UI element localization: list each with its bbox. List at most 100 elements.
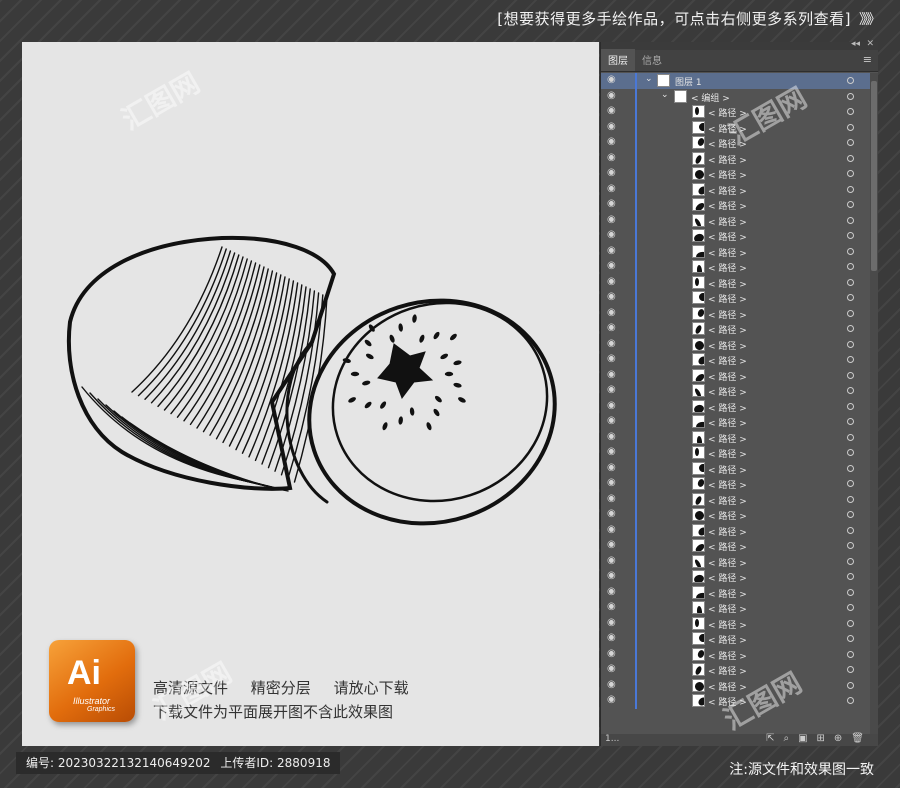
eye-icon[interactable]: ◉ <box>607 570 616 581</box>
tab-layers[interactable]: 图层 <box>601 49 635 71</box>
path-row[interactable]: ◉ < 路径 > <box>601 274 871 290</box>
path-row[interactable]: ◉ < 路径 > <box>601 166 871 182</box>
path-row[interactable]: ◉ < 路径 > <box>601 398 871 414</box>
eye-icon[interactable]: ◉ <box>607 462 616 473</box>
chevron-down-icon[interactable]: ⌄ <box>645 74 653 84</box>
target-circle-icon[interactable] <box>847 635 854 642</box>
eye-icon[interactable]: ◉ <box>607 508 616 519</box>
eye-icon[interactable]: ◉ <box>607 183 616 194</box>
eye-icon[interactable]: ◉ <box>607 415 616 426</box>
eye-icon[interactable]: ◉ <box>607 214 616 225</box>
locate-icon[interactable]: ⌕ <box>783 733 789 744</box>
target-circle-icon[interactable] <box>847 232 854 239</box>
target-circle-icon[interactable] <box>847 526 854 534</box>
export-icon[interactable]: ⇱ <box>766 733 774 744</box>
path-row[interactable]: ◉ < 路径 > <box>601 600 871 616</box>
target-circle-icon[interactable] <box>847 185 854 193</box>
path-row[interactable]: ◉ < 路径 > <box>601 336 871 352</box>
target-circle-icon[interactable] <box>847 619 854 627</box>
path-row[interactable]: ◉ < 路径 > <box>601 119 871 135</box>
trash-icon[interactable]: 🗑 <box>851 733 864 744</box>
target-circle-icon[interactable] <box>847 433 854 441</box>
path-row[interactable]: ◉ < 路径 > <box>601 197 871 213</box>
target-circle-icon[interactable] <box>847 418 854 425</box>
path-row[interactable]: ◉ < 路径 > <box>601 352 871 368</box>
path-row[interactable]: ◉ < 路径 > <box>601 584 871 600</box>
path-row[interactable]: ◉ < 路径 > <box>601 538 871 554</box>
eye-icon[interactable]: ◉ <box>607 632 616 643</box>
target-circle-icon[interactable] <box>847 123 854 131</box>
eye-icon[interactable]: ◉ <box>607 229 616 240</box>
path-row[interactable]: ◉ < 路径 > <box>601 646 871 662</box>
path-row[interactable]: ◉ < 路径 > <box>601 321 871 337</box>
target-circle-icon[interactable] <box>847 387 854 394</box>
target-circle-icon[interactable] <box>847 294 854 301</box>
eye-icon[interactable]: ◉ <box>607 338 616 349</box>
new-layer-icon[interactable]: ⊕ <box>834 733 842 744</box>
eye-icon[interactable]: ◉ <box>607 477 616 488</box>
eye-icon[interactable]: ◉ <box>607 555 616 566</box>
path-row[interactable]: ◉ < 路径 > <box>601 569 871 585</box>
target-circle-icon[interactable] <box>847 108 854 115</box>
eye-icon[interactable]: ◉ <box>607 539 616 550</box>
path-row[interactable]: ◉ < 路径 > <box>601 429 871 445</box>
eye-icon[interactable]: ◉ <box>607 105 616 116</box>
eye-icon[interactable]: ◉ <box>607 369 616 380</box>
path-row[interactable]: ◉ < 路径 > <box>601 259 871 275</box>
eye-icon[interactable]: ◉ <box>607 524 616 535</box>
eye-icon[interactable]: ◉ <box>607 663 616 674</box>
target-circle-icon[interactable] <box>847 681 854 689</box>
eye-icon[interactable]: ◉ <box>607 586 616 597</box>
path-row[interactable]: ◉ < 路径 > <box>601 662 871 678</box>
layer-row[interactable]: ◉ ⌄ 图层 1 <box>601 73 871 89</box>
group-row[interactable]: ◉ ⌄ < 编组 > <box>601 88 871 104</box>
target-circle-icon[interactable] <box>847 356 854 363</box>
target-circle-icon[interactable] <box>847 201 854 208</box>
target-circle-icon[interactable] <box>847 309 854 317</box>
path-row[interactable]: ◉ < 路径 > <box>601 677 871 693</box>
target-circle-icon[interactable] <box>847 449 854 456</box>
eye-icon[interactable]: ◉ <box>607 694 616 705</box>
hamburger-icon[interactable]: ≡ <box>863 53 872 66</box>
path-row[interactable]: ◉ < 路径 > <box>601 615 871 631</box>
panel-scrollbar[interactable] <box>870 73 878 735</box>
new-sublayer-icon[interactable]: ⊞ <box>817 733 825 744</box>
target-circle-icon[interactable] <box>847 263 854 270</box>
eye-icon[interactable]: ◉ <box>607 245 616 256</box>
eye-icon[interactable]: ◉ <box>607 446 616 457</box>
path-row[interactable]: ◉ < 路径 > <box>601 305 871 321</box>
path-row[interactable]: ◉ < 路径 > <box>601 150 871 166</box>
clip-mask-icon[interactable]: ▣ <box>798 733 807 744</box>
path-row[interactable]: ◉ < 路径 > <box>601 491 871 507</box>
eye-icon[interactable]: ◉ <box>607 648 616 659</box>
eye-icon[interactable]: ◉ <box>607 617 616 628</box>
target-circle-icon[interactable] <box>847 92 854 100</box>
eye-icon[interactable]: ◉ <box>607 384 616 395</box>
target-circle-icon[interactable] <box>847 464 854 472</box>
eye-icon[interactable]: ◉ <box>607 493 616 504</box>
path-row[interactable]: ◉ < 路径 > <box>601 476 871 492</box>
path-row[interactable]: ◉ < 路径 > <box>601 367 871 383</box>
target-circle-icon[interactable] <box>847 402 854 410</box>
close-icon[interactable]: ✕ <box>866 39 874 49</box>
path-row[interactable]: ◉ < 路径 > <box>601 445 871 461</box>
eye-icon[interactable]: ◉ <box>607 431 616 442</box>
eye-icon[interactable]: ◉ <box>607 276 616 287</box>
target-circle-icon[interactable] <box>847 371 854 379</box>
eye-icon[interactable]: ◉ <box>607 136 616 147</box>
path-row[interactable]: ◉ < 路径 > <box>601 522 871 538</box>
eye-icon[interactable]: ◉ <box>607 307 616 318</box>
path-row[interactable]: ◉ < 路径 > <box>601 212 871 228</box>
target-circle-icon[interactable] <box>847 77 854 84</box>
path-row[interactable]: ◉ < 路径 > <box>601 414 871 430</box>
target-circle-icon[interactable] <box>847 588 854 596</box>
target-circle-icon[interactable] <box>847 511 854 518</box>
target-circle-icon[interactable] <box>847 216 854 224</box>
target-circle-icon[interactable] <box>847 650 854 658</box>
eye-icon[interactable]: ◉ <box>607 260 616 271</box>
eye-icon[interactable]: ◉ <box>607 353 616 364</box>
eye-icon[interactable]: ◉ <box>607 167 616 178</box>
path-row[interactable]: ◉ < 路径 > <box>601 383 871 399</box>
eye-icon[interactable]: ◉ <box>607 291 616 302</box>
target-circle-icon[interactable] <box>847 170 854 177</box>
